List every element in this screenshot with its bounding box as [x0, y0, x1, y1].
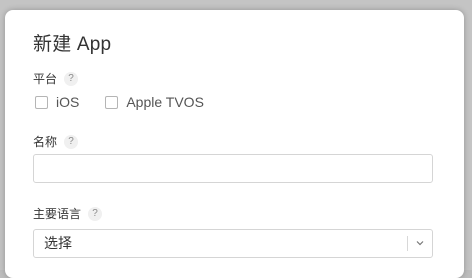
primary-language-select[interactable]: 选择 [33, 229, 433, 258]
name-label: 名称 [33, 135, 58, 149]
platform-field-label: 平台 ? [33, 72, 79, 86]
name-help-icon[interactable]: ? [64, 135, 79, 149]
name-input[interactable] [33, 154, 433, 183]
new-app-dialog: 新建 App 平台 ? iOS Apple TVOS 名称 ? 主要语言 ? 选… [5, 10, 464, 278]
apple-tvos-checkbox[interactable] [105, 95, 119, 109]
apple-tvos-option-label: Apple TVOS [126, 94, 204, 110]
language-field-label: 主要语言 ? [33, 207, 103, 221]
language-help-icon[interactable]: ? [88, 207, 103, 221]
name-field-label: 名称 ? [33, 135, 79, 149]
ios-option-label: iOS [56, 94, 80, 110]
platform-help-icon[interactable]: ? [64, 72, 79, 86]
platform-option-ios[interactable]: iOS [35, 94, 79, 110]
platform-option-apple-tvos[interactable]: Apple TVOS [105, 94, 204, 110]
platform-label: 平台 [33, 72, 58, 86]
chevron-down-icon[interactable] [416, 239, 424, 247]
ios-checkbox[interactable] [35, 95, 48, 109]
language-label: 主要语言 [33, 207, 82, 221]
select-divider [407, 236, 408, 251]
primary-language-selected-value: 选择 [44, 235, 72, 251]
platform-options: iOS Apple TVOS [35, 94, 230, 110]
dialog-title: 新建 App [33, 34, 112, 55]
